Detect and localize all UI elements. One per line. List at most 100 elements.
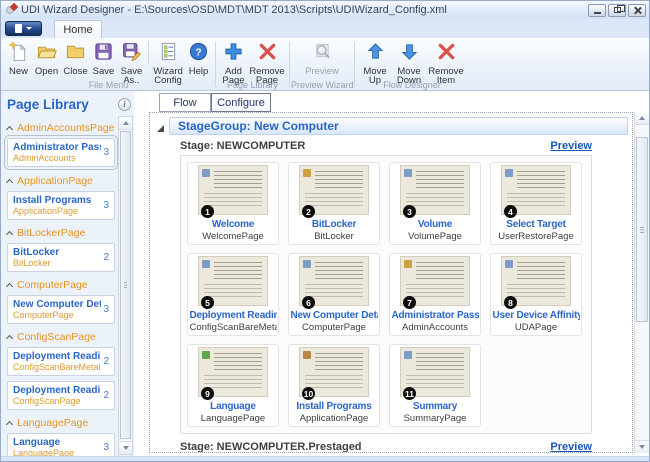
page-card-install-programs[interactable]: 10 Install Programs ApplicationPage — [288, 344, 380, 427]
save-floppy-icon — [93, 41, 114, 65]
scroll-up-arrow[interactable] — [119, 117, 132, 130]
scrollbar-thumb[interactable] — [120, 131, 131, 439]
app-window: UDI Wizard Designer - E:\Sources\OSD\MDT… — [0, 0, 650, 462]
ribbon-group-page-library: Add Page Remove Page Page Library — [217, 40, 288, 90]
remove-page-button[interactable]: Remove Page — [248, 40, 286, 86]
sidebar-item-count: 3 — [103, 442, 109, 453]
remove-item-x-icon — [436, 41, 457, 65]
stage-preview-link[interactable]: Preview — [550, 140, 592, 152]
page-card-subtitle: UDAPage — [515, 322, 557, 333]
tab-home[interactable]: Home — [54, 20, 102, 38]
sequence-badge: 11 — [403, 387, 416, 400]
sidebar-item-subtitle: BitLocker — [13, 258, 101, 268]
sidebar-group-adminaccountspage[interactable]: AdminAccountsPage — [7, 122, 115, 134]
stage-preview-link[interactable]: Preview — [550, 441, 592, 453]
scroll-down-arrow[interactable] — [119, 441, 132, 454]
page-card-new-computer-details[interactable]: 6 New Computer Details ComputerPage — [288, 253, 380, 336]
sidebar-scrollbar[interactable] — [118, 116, 133, 455]
save-button-label: Save — [93, 67, 115, 77]
stage-group-header[interactable]: StageGroup: New Computer — [169, 117, 628, 135]
sequence-badge: 6 — [302, 296, 315, 309]
save-button[interactable]: Save — [90, 40, 117, 76]
page-card-language[interactable]: 9 Language LanguagePage — [187, 344, 279, 427]
page-card-subtitle: ConfigScanBareMetal — [190, 322, 277, 333]
page-card-bitlocker[interactable]: 2 BitLocker BitLocker — [288, 162, 380, 245]
sidebar-group-computerpage[interactable]: ComputerPage — [7, 279, 115, 291]
sequence-badge: 4 — [504, 205, 517, 218]
page-card-volume[interactable]: 3 Volume VolumePage — [389, 162, 481, 245]
restore-icon — [614, 7, 621, 13]
group-separator — [215, 42, 216, 87]
save-as-button[interactable]: Save As.. — [117, 40, 146, 86]
sidebar-item-subtitle: ConfigScanBareMetal — [13, 362, 101, 372]
sidebar-item-administrator-password[interactable]: Administrator Password AdminAccounts 3 — [7, 138, 115, 167]
page-card-deployment-readiness-baremetal[interactable]: 5 Deployment Readiness ConfigScanBareMet… — [187, 253, 279, 336]
page-card-administrator-password[interactable]: 7 Administrator Passw... AdminAccounts — [389, 253, 481, 336]
pane-splitter[interactable] — [134, 91, 147, 456]
tab-configure[interactable]: Configure — [211, 93, 271, 112]
tab-flow[interactable]: Flow — [159, 93, 211, 112]
sidebar-item-language[interactable]: Language LanguagePage 3 — [7, 433, 115, 456]
scroll-up-arrow[interactable] — [635, 112, 649, 125]
info-icon[interactable] — [118, 98, 131, 111]
stage-section-newcomputer-prestaged: Stage: NEWCOMPUTER.Prestaged Preview — [180, 440, 592, 450]
page-thumbnail: 11 — [400, 347, 470, 397]
sidebar-group-configscanpage[interactable]: ConfigScanPage — [7, 331, 115, 343]
sidebar-item-deployment-readiness-baremetal[interactable]: Deployment Readiness ConfigScanBareMetal… — [7, 347, 115, 376]
move-up-button[interactable]: Move Up — [358, 40, 392, 86]
minimize-button[interactable] — [588, 4, 606, 17]
close-button-ribbon[interactable]: Close — [61, 40, 90, 76]
add-page-button[interactable]: Add Page — [219, 40, 248, 86]
page-thumbnail: 7 — [400, 256, 470, 306]
wizard-config-button[interactable]: Wizard Config — [151, 40, 185, 86]
remove-item-button[interactable]: Remove Item — [426, 40, 466, 86]
sidebar-group-applicationpage[interactable]: ApplicationPage — [7, 175, 115, 187]
page-card-select-target[interactable]: 4 Select Target UserRestorePage — [490, 162, 582, 245]
page-card-title: User Device Affinity — [493, 310, 580, 322]
sidebar-group-languagepage[interactable]: LanguagePage — [7, 417, 115, 429]
page-thumbnail: 3 — [400, 165, 470, 215]
restore-button[interactable] — [608, 4, 626, 17]
page-mini-icon — [303, 260, 311, 268]
page-mini-icon — [505, 169, 513, 177]
new-button[interactable]: New — [5, 40, 32, 76]
close-button[interactable] — [628, 4, 646, 17]
move-down-button[interactable]: Move Down — [392, 40, 426, 86]
sidebar-item-deployment-readiness[interactable]: Deployment Readiness ConfigScanPage 2 — [7, 381, 115, 410]
application-menu-button[interactable] — [5, 21, 42, 36]
sidebar-group-bitlockerpage[interactable]: BitLockerPage — [7, 227, 115, 239]
sidebar-item-install-programs[interactable]: Install Programs ApplicationPage 3 — [7, 191, 115, 220]
sidebar-item-subtitle: LanguagePage — [13, 448, 101, 456]
scrollbar-thumb[interactable] — [636, 137, 648, 322]
page-library-sidebar: Page Library AdminAccountsPage Administr… — [1, 91, 134, 456]
sidebar-item-bitlocker[interactable]: BitLocker BitLocker 2 — [7, 243, 115, 272]
sequence-badge: 10 — [302, 387, 315, 400]
page-thumbnail: 5 — [198, 256, 268, 306]
help-button[interactable]: ? Help — [185, 40, 212, 76]
sidebar-group-label: AdminAccountsPage — [17, 122, 114, 134]
svg-text:?: ? — [195, 46, 201, 58]
group-label-file-menu: File Menu — [3, 80, 214, 90]
page-mini-icon — [404, 260, 412, 268]
sidebar-item-new-computer-details[interactable]: New Computer Details ComputerPage 3 — [7, 295, 115, 324]
new-button-label: New — [9, 67, 28, 77]
sidebar-group-label: BitLockerPage — [17, 227, 85, 239]
close-button-label: Close — [63, 67, 87, 77]
page-mini-icon — [202, 260, 210, 268]
ribbon-tab-row: Home — [1, 19, 649, 38]
sidebar-item-title: Install Programs — [13, 195, 101, 206]
main-scrollbar[interactable] — [634, 112, 649, 453]
move-down-arrow-icon — [399, 41, 420, 65]
preview-button[interactable]: Preview — [299, 40, 345, 76]
open-button[interactable]: Open — [32, 40, 61, 76]
sequence-badge: 3 — [403, 205, 416, 218]
page-card-welcome[interactable]: 1 Welcome WelcomePage — [187, 162, 279, 245]
expander-triangle-icon[interactable] — [157, 125, 164, 132]
page-card-summary[interactable]: 11 Summary SummaryPage — [389, 344, 481, 427]
sidebar-group-label: ComputerPage — [17, 279, 88, 291]
page-card-subtitle: ComputerPage — [302, 322, 366, 333]
stage-section-newcomputer: Stage: NEWCOMPUTER Preview 1 Welcome Wel… — [180, 139, 592, 434]
page-card-user-device-affinity[interactable]: 8 User Device Affinity UDAPage — [490, 253, 582, 336]
page-card-subtitle: VolumePage — [408, 231, 462, 242]
scroll-down-arrow[interactable] — [635, 440, 649, 453]
